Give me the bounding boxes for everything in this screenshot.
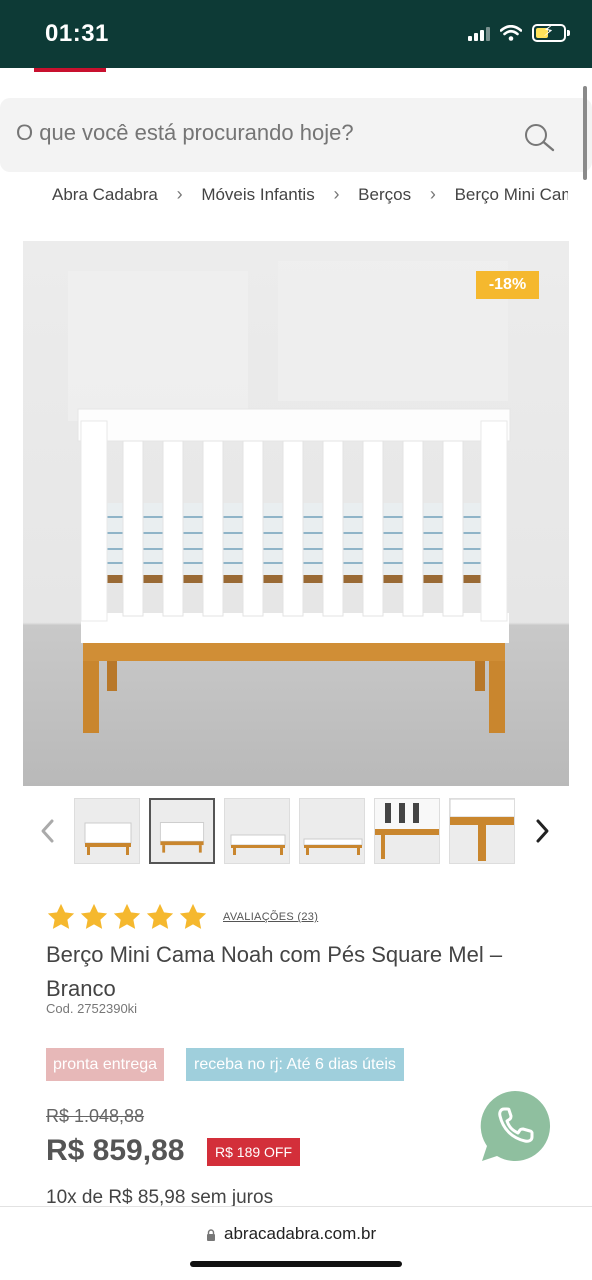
breadcrumb-item-home[interactable]: Abra Cadabra <box>52 185 158 205</box>
chevron-right-icon[interactable] <box>530 816 554 846</box>
whatsapp-button[interactable] <box>478 1089 552 1163</box>
thumbnail-image-selected[interactable] <box>149 798 215 864</box>
url-text[interactable]: abracadabra.com.br <box>224 1224 376 1244</box>
ready-delivery-tag: pronta entrega <box>46 1048 165 1081</box>
lock-icon <box>207 1229 215 1241</box>
breadcrumb: Abra Cadabra › Móveis Infantis › Berços … <box>52 184 568 208</box>
cellular-signal-icon <box>468 25 490 41</box>
star-icon <box>47 903 75 929</box>
breadcrumb-item-bercos[interactable]: Berços <box>358 185 411 205</box>
chevron-left-icon[interactable] <box>36 816 60 846</box>
search-input[interactable] <box>16 120 496 146</box>
star-icon <box>113 903 141 929</box>
discount-badge: -18% <box>476 271 539 299</box>
product-main-image[interactable] <box>23 241 569 786</box>
breadcrumb-separator-icon: › <box>176 184 183 205</box>
delivery-time-tag: receba no rj: Até 6 dias úteis <box>186 1048 404 1081</box>
thumbnail-image[interactable] <box>224 798 290 864</box>
breadcrumb-item-moveis-infantis[interactable]: Móveis Infantis <box>201 185 314 205</box>
search-bar[interactable] <box>0 98 592 172</box>
thumbnail-image[interactable] <box>449 798 515 864</box>
thumbnail-strip <box>74 798 515 864</box>
product-title: Berço Mini Cama Noah com Pés Square Mel … <box>46 942 503 1001</box>
battery-charging-icon: ⚡ <box>532 23 570 42</box>
breadcrumb-item-current: Berço Mini Cama Noah com Pés Square Mel … <box>454 184 568 204</box>
breadcrumb-separator-icon: › <box>429 184 436 205</box>
home-indicator[interactable] <box>190 1261 402 1267</box>
status-bar: 01:31 ⚡ <box>0 0 592 68</box>
status-time: 01:31 <box>45 20 109 47</box>
star-icon <box>80 903 108 929</box>
page-scrollbar[interactable] <box>583 86 587 180</box>
search-icon[interactable] <box>522 122 556 152</box>
breadcrumb-separator-icon: › <box>333 184 340 205</box>
thumbnail-image[interactable] <box>299 798 365 864</box>
wifi-icon <box>500 25 522 41</box>
product-code: Cod. 2752390ki <box>46 1001 138 1016</box>
product-rating: AVALIAÇÕES (23) <box>46 902 318 932</box>
reviews-link[interactable]: AVALIAÇÕES (23) <box>223 911 318 923</box>
thumbnail-image[interactable] <box>74 798 140 864</box>
savings-badge: R$ 189 OFF <box>207 1138 301 1166</box>
star-icon <box>179 903 207 929</box>
thumbnail-image[interactable] <box>374 798 440 864</box>
crib-illustration <box>68 261 511 733</box>
header-accent-bar <box>34 68 106 72</box>
old-price: R$ 1.048,88 <box>46 1106 145 1126</box>
star-icon <box>146 903 174 929</box>
status-icons: ⚡ <box>468 23 570 42</box>
current-price: R$ 859,88 <box>46 1134 185 1167</box>
